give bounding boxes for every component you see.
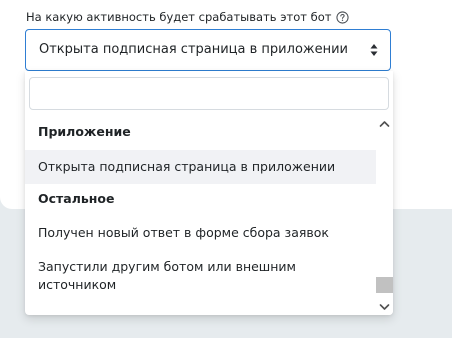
group-header-app: Приложение [38,124,131,139]
sort-arrows-icon [370,44,378,56]
dropdown-scrollbar[interactable] [376,115,393,315]
field-label: На какую активность будет срабатывать эт… [26,10,332,24]
question-circle-icon[interactable] [336,10,350,24]
chevron-up-icon[interactable] [376,117,393,131]
option-launched-by-other-bot[interactable]: Запустили другим ботом или внешним источ… [25,252,376,300]
option-subscription-page-opened[interactable]: Открыта подписная страница в приложении [25,150,376,184]
group-header-other: Остальное [38,191,115,206]
options-list: Приложение Открыта подписная страница в … [25,115,376,315]
scrollbar-track[interactable] [376,131,393,299]
dropdown-menu: Приложение Открыта подписная страница в … [25,71,393,315]
activity-select[interactable]: Открыта подписная страница в приложении [25,29,391,71]
option-new-form-response[interactable]: Получен новый ответ в форме сбора заявок [25,216,376,250]
option-label: Запустили другим ботом или внешним источ… [38,259,296,292]
scrollbar-thumb[interactable] [376,277,393,293]
field-label-row: На какую активность будет срабатывать эт… [26,9,350,25]
option-label: Открыта подписная страница в приложении [38,159,336,174]
option-label: Получен новый ответ в форме сбора заявок [38,225,329,240]
selected-value: Открыта подписная страница в приложении [39,42,348,57]
chevron-down-icon[interactable] [376,300,393,314]
dropdown-search-input[interactable] [29,77,389,110]
